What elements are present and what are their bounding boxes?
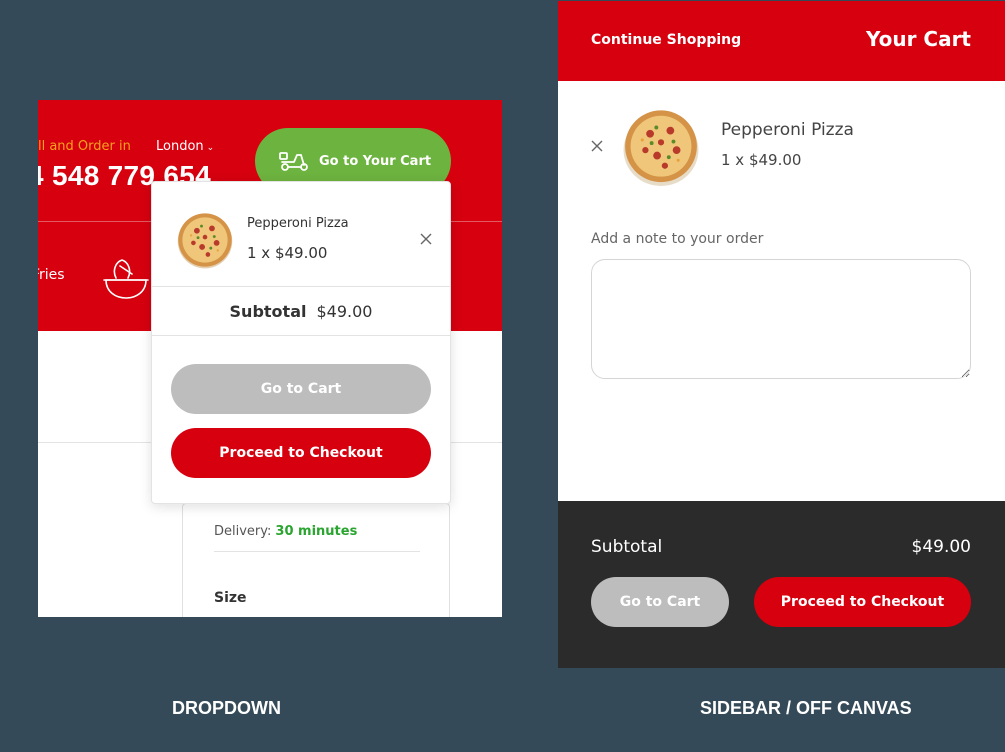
cart-item-name: Pepperoni Pizza — [247, 216, 349, 231]
close-icon — [420, 233, 432, 245]
pizza-thumbnail — [177, 213, 233, 269]
subtotal-value: $49.00 — [316, 301, 373, 321]
size-label: Size — [214, 590, 247, 606]
sidebar-caption: SIDEBAR / OFF CANVAS — [700, 698, 912, 718]
subtotal-value: $49.00 — [911, 537, 971, 557]
go-to-cart-button[interactable]: Go to Cart — [591, 577, 729, 627]
subtotal-label: Subtotal — [591, 537, 663, 557]
card-divider — [214, 551, 420, 552]
bowl-icon — [103, 259, 149, 299]
remove-item-button[interactable] — [414, 227, 438, 251]
call-to-order-text: all and Order in — [38, 139, 131, 154]
order-note-textarea[interactable] — [591, 259, 971, 379]
dropdown-demo: all and Order in London ⌄ 4 548 779 654 G… — [38, 100, 502, 617]
close-icon — [591, 140, 603, 152]
continue-shopping-link[interactable]: Continue Shopping — [591, 32, 741, 48]
sidebar-footer: Subtotal $49.00 Go to Cart Proceed to Ch… — [558, 501, 1005, 668]
chevron-down-icon: ⌄ — [206, 143, 215, 153]
go-to-your-cart-label: Go to Your Cart — [319, 153, 432, 169]
product-card: Delivery: 30 minutes Size — [182, 503, 450, 617]
subtotal-label: Subtotal — [229, 301, 307, 321]
proceed-to-checkout-button[interactable]: Proceed to Checkout — [754, 577, 971, 627]
dropdown-caption: DROPDOWN — [172, 698, 281, 718]
sidebar-header: Continue Shopping Your Cart — [558, 1, 1005, 81]
cart-sidebar: Continue Shopping Your Cart Pepperoni Pi… — [558, 1, 1005, 668]
delivery-label: Delivery: — [214, 524, 272, 539]
scooter-icon — [279, 152, 308, 171]
remove-item-button[interactable] — [585, 134, 609, 158]
order-note-label: Add a note to your order — [591, 231, 764, 247]
delivery-time: 30 minutes — [275, 524, 358, 539]
city-label: London — [156, 139, 204, 154]
cart-item: Pepperoni Pizza 1 x $49.00 — [152, 182, 450, 287]
cart-item-quantity-price: 1 x $49.00 — [247, 244, 328, 262]
cart-item-name: Pepperoni Pizza — [721, 120, 854, 140]
sidebar-title: Your Cart — [865, 27, 971, 51]
city-selector[interactable]: London ⌄ — [156, 139, 214, 154]
mini-cart-dropdown: Pepperoni Pizza 1 x $49.00 Subtotal $49.… — [151, 181, 451, 504]
subtotal-row: Subtotal $49.00 — [152, 287, 450, 336]
cart-item-quantity-price: 1 x $49.00 — [721, 151, 802, 169]
go-to-cart-button[interactable]: Go to Cart — [171, 364, 431, 414]
nav-item-fries[interactable]: Fries — [38, 267, 65, 283]
pizza-thumbnail — [623, 110, 699, 186]
delivery-info: Delivery: 30 minutes — [214, 524, 357, 539]
proceed-to-checkout-button[interactable]: Proceed to Checkout — [171, 428, 431, 478]
